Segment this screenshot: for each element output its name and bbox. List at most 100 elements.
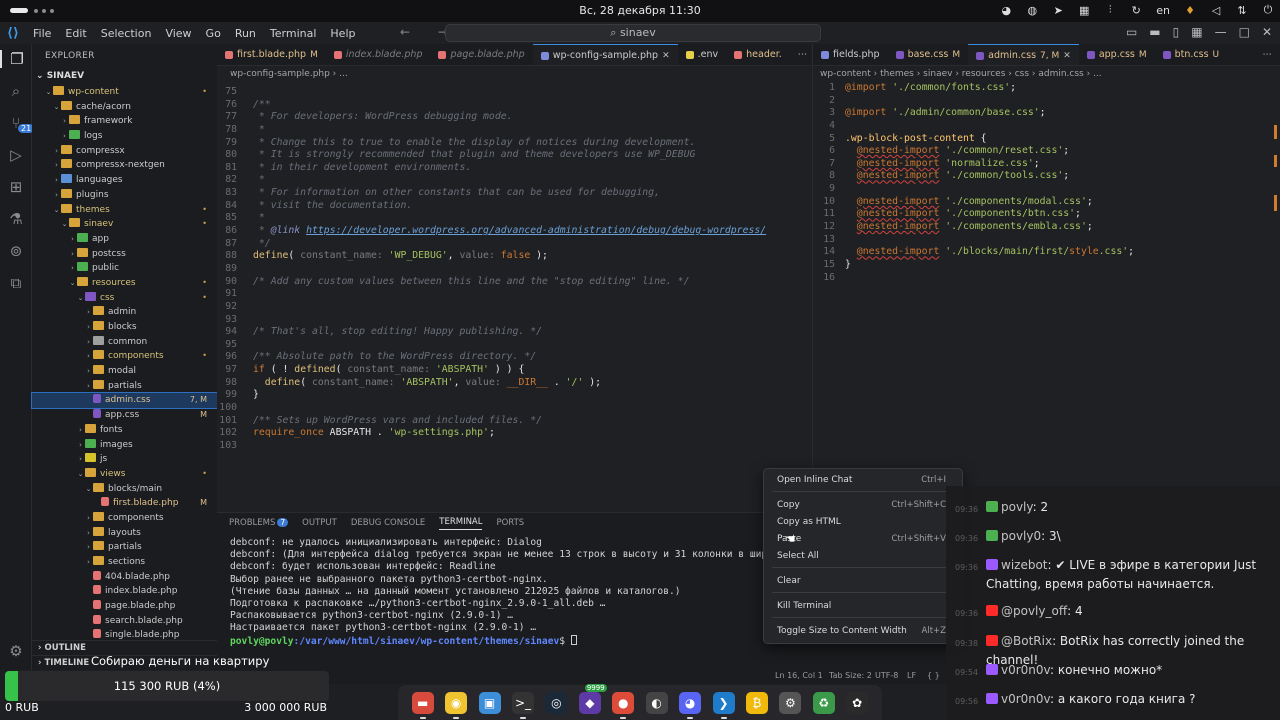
extensions-icon[interactable]: ⊞ (0, 178, 32, 196)
telegram-tray-icon[interactable]: ➤ (1052, 4, 1064, 17)
tree-folder[interactable]: › postcss (32, 247, 217, 262)
menu-item-selection[interactable]: Selection (94, 27, 159, 40)
cursor-position[interactable]: Ln 16, Col 1 (775, 671, 823, 680)
app-tray-icon[interactable]: ▦ (1078, 4, 1090, 17)
more-actions-icon[interactable]: ⋯ (798, 44, 808, 65)
panel-tab-output[interactable]: OUTPUT (302, 518, 337, 528)
more-actions-icon[interactable]: ⋯ (1263, 44, 1273, 65)
terminal-icon[interactable]: >_ (511, 691, 534, 719)
workspace-dot[interactable] (50, 9, 54, 13)
editor-tab[interactable]: fields.php (813, 44, 888, 65)
menu-item-run[interactable]: Run (228, 27, 263, 40)
encoding[interactable]: UTF-8 (875, 671, 898, 680)
discord-tray-icon[interactable]: ◕ (1000, 4, 1012, 17)
store-icon[interactable]: ▣ (478, 691, 501, 714)
code-editor-right[interactable]: 1 @import './common/fonts.css'; 2 3 @import … (813, 82, 1280, 292)
tree-file[interactable]: app.css M (32, 408, 217, 423)
layout-customize-icon[interactable]: ▦ (1191, 25, 1202, 39)
tree-folder[interactable]: ⌄ themes • (32, 203, 217, 218)
tree-folder[interactable]: › blocks (32, 320, 217, 335)
tree-folder[interactable]: › compressx-nextgen (32, 158, 217, 173)
tree-folder[interactable]: › admin (32, 305, 217, 320)
network-tray-icon[interactable]: ⇅ (1236, 4, 1248, 17)
tree-folder[interactable]: ⌄ blocks/main (32, 482, 217, 497)
tree-folder[interactable]: › public (32, 261, 217, 276)
browser-icon[interactable]: ◐ (645, 691, 668, 714)
tree-file[interactable]: first.blade.php M (32, 496, 217, 511)
tree-file[interactable]: 404.blade.php (32, 570, 217, 585)
panel-tab-terminal[interactable]: TERMINAL (439, 517, 483, 530)
editor-tab[interactable]: wp-config-sample.php ✕ (532, 44, 678, 65)
obs-icon[interactable]: ◉ (445, 691, 468, 719)
panel-tab-problems[interactable]: PROBLEMS 7 (229, 518, 289, 528)
code-editor-left[interactable]: 75 76/** 77 * For developers: WordPress de… (217, 86, 811, 452)
context-menu-item-toggle-size-to-content-width[interactable]: Toggle Size to Content Width Alt+Z (764, 623, 964, 639)
editor-tab[interactable]: app.css M (1079, 44, 1155, 65)
bitcoin-icon[interactable]: ₿ (745, 691, 768, 714)
tree-folder[interactable]: › compressx (32, 144, 217, 159)
menu-item-go[interactable]: Go (199, 27, 228, 40)
workspace-dot[interactable] (42, 9, 46, 13)
menu-item-view[interactable]: View (158, 27, 198, 40)
editor-tab[interactable]: btn.css U (1155, 44, 1228, 65)
panel-tab-debug-console[interactable]: DEBUG CONSOLE (351, 518, 425, 528)
editor-tab[interactable]: header. (726, 44, 790, 65)
files-icon[interactable]: ▬ (411, 691, 434, 719)
breadcrumb-left[interactable]: wp-config-sample.php › ... (230, 66, 810, 83)
terminal-prompt[interactable]: povly@povly:/var/www/html/sinaev/wp-cont… (230, 634, 796, 647)
workspace-dot[interactable] (34, 9, 38, 13)
tree-folder[interactable]: › partials (32, 540, 217, 555)
editor-tab[interactable]: page.blade.php (430, 44, 532, 65)
panel-toggle-icon[interactable]: ▬ (1149, 25, 1160, 39)
mixer-tray-icon[interactable]: ⫶ (1104, 3, 1116, 17)
tree-folder[interactable]: › partials (32, 379, 217, 394)
apps-icon[interactable]: ✿ (846, 691, 869, 714)
editor-tab[interactable]: .env (678, 44, 727, 65)
steam-icon[interactable]: ◎ (545, 691, 568, 714)
language-mode[interactable]: { } (927, 671, 940, 680)
docker-icon[interactable]: ⧉ (0, 274, 32, 292)
tree-folder[interactable]: › components • (32, 349, 217, 364)
editor-tab[interactable]: first.blade.php M (217, 44, 326, 65)
tree-folder[interactable]: › fonts (32, 423, 217, 438)
tree-folder[interactable]: › logs (32, 129, 217, 144)
tree-file[interactable]: page.blade.php (32, 599, 217, 614)
workspace-indicator[interactable] (10, 8, 28, 13)
tree-folder[interactable]: › sections (32, 555, 217, 570)
run-debug-icon[interactable]: ▷ (0, 146, 32, 164)
tree-folder[interactable]: › modal (32, 364, 217, 379)
tree-folder[interactable]: › layouts (32, 526, 217, 541)
sidebar-toggle-icon[interactable]: ▯ (1173, 25, 1180, 39)
panel-tab-ports[interactable]: PORTS (496, 518, 524, 528)
settings-icon[interactable]: ⚙ (779, 691, 802, 714)
maximize-icon[interactable]: □ (1239, 25, 1250, 39)
tree-folder[interactable]: ⌄ css • (32, 291, 217, 306)
tree-folder[interactable]: › images (32, 438, 217, 453)
tree-folder[interactable]: ⌄ views • (32, 467, 217, 482)
explorer-root[interactable]: ⌄ SINAEV (32, 68, 217, 85)
menu-item-terminal[interactable]: Terminal (263, 27, 324, 40)
testing-icon[interactable]: ⚗ (0, 210, 32, 228)
recycle-icon[interactable]: ♻ (812, 691, 835, 714)
tree-folder[interactable]: ⌄ wp-content • (32, 85, 217, 100)
terminal-output[interactable]: debconf: не удалось инициализировать инт… (230, 537, 796, 647)
tree-folder[interactable]: › languages (32, 173, 217, 188)
end-of-line[interactable]: LF (907, 671, 916, 680)
breadcrumb-right[interactable]: wp-content › themes › sinaev › resources… (820, 66, 1280, 83)
vscode-icon[interactable]: ❯ (712, 691, 735, 719)
minimize-icon[interactable]: — (1215, 25, 1227, 39)
context-menu-item-select-all[interactable]: Select All (764, 548, 964, 564)
volume-tray-icon[interactable]: ◁ (1210, 4, 1222, 17)
chrome-icon[interactable]: ● (612, 691, 635, 719)
context-menu-item-copy-as-html[interactable]: Copy as HTML (764, 514, 964, 530)
tree-file[interactable]: index.blade.php (32, 584, 217, 599)
tree-folder[interactable]: › components (32, 511, 217, 526)
menu-item-file[interactable]: File (26, 27, 58, 40)
context-menu-item-open-inline-chat[interactable]: Open Inline Chat Ctrl+I (764, 472, 964, 488)
context-menu-item-copy[interactable]: Copy Ctrl+Shift+C (764, 497, 964, 513)
tree-folder[interactable]: › common (32, 335, 217, 350)
context-menu-item-clear[interactable]: Clear (764, 573, 964, 589)
close-window-icon[interactable]: ✕ (1262, 25, 1272, 39)
language-indicator[interactable]: en (1156, 4, 1170, 17)
layout-icon[interactable]: ▭ (1126, 25, 1137, 39)
